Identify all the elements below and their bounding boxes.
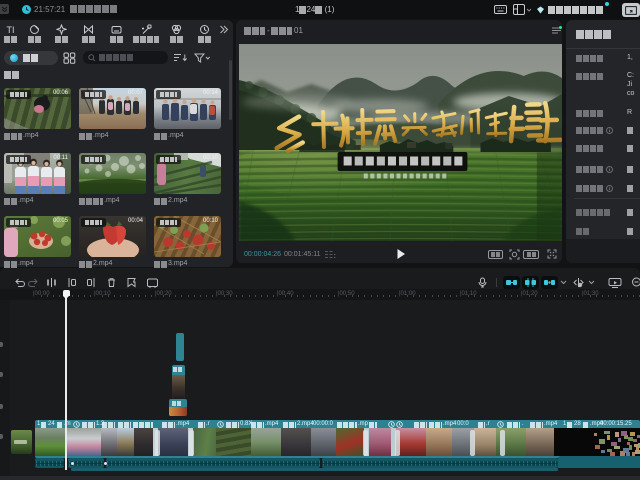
svg-text:TI: TI <box>6 25 14 35</box>
